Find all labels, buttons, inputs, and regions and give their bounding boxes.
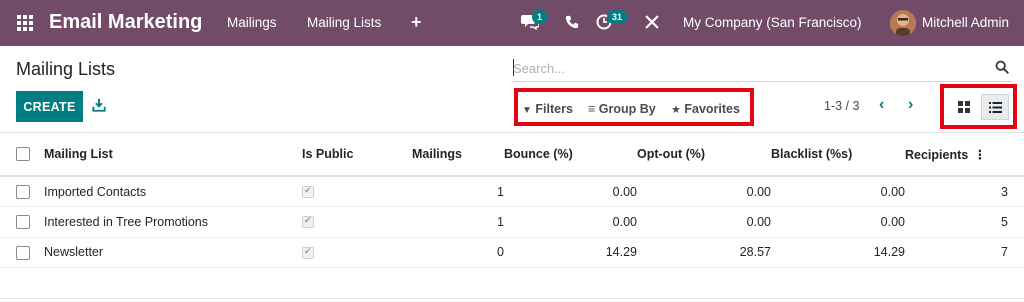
search-input[interactable] [513, 58, 983, 78]
pager-value[interactable]: 1-3 / 3 [824, 99, 859, 113]
mailings-count: 1 [412, 206, 504, 238]
is-public-checkbox [302, 185, 314, 199]
row-checkbox[interactable] [16, 215, 30, 230]
filter-funnel-icon: ▼ [522, 105, 532, 116]
optout-value: 0.00 [637, 206, 771, 238]
favorites-label: Favorites [684, 102, 740, 116]
user-avatar[interactable] [890, 10, 916, 36]
optout-value: 28.57 [637, 237, 771, 268]
user-menu[interactable]: Mitchell Admin [922, 15, 1009, 30]
view-switcher-highlight [940, 84, 1017, 129]
optional-columns-icon[interactable]: ⋮ [974, 148, 987, 162]
recipients-count: 3 [905, 176, 1024, 207]
mailing-lists-table: Mailing List Is Public Mailings Bounce (… [0, 133, 1024, 268]
menu-mailings[interactable]: Mailings [227, 15, 277, 30]
page-title: Mailing Lists [16, 59, 116, 79]
apps-menu-icon[interactable] [17, 15, 33, 31]
bounce-value: 14.29 [504, 237, 637, 268]
recipients-count: 7 [905, 237, 1024, 268]
company-switcher[interactable]: My Company (San Francisco) [683, 15, 862, 30]
blacklist-value: 14.29 [771, 237, 905, 268]
is-public-checkbox [302, 246, 314, 259]
search-bar [513, 56, 1013, 82]
download-icon[interactable] [92, 98, 106, 112]
row-checkbox[interactable] [16, 184, 30, 199]
add-menu-icon[interactable]: + [411, 12, 422, 33]
group-by-bars-icon: ≡ [588, 102, 596, 116]
mailing-list-name[interactable]: Imported Contacts [36, 176, 302, 207]
column-recipients[interactable]: Recipients [905, 148, 968, 162]
kanban-grid-icon [958, 101, 970, 113]
blacklist-value: 0.00 [771, 206, 905, 238]
list-icon [988, 101, 1002, 113]
search-icon[interactable] [995, 60, 1009, 74]
is-public-checkbox [302, 215, 314, 229]
top-navbar: Email Marketing Mailings Mailing Lists +… [0, 0, 1024, 46]
select-all-checkbox[interactable] [16, 147, 30, 162]
group-by-label: Group By [598, 102, 656, 116]
list-view-button[interactable] [981, 94, 1009, 120]
activities-badge: 31 [607, 10, 628, 24]
optout-value: 0.00 [637, 176, 771, 207]
star-icon: ★ [671, 104, 681, 116]
mailing-list-name[interactable]: Interested in Tree Promotions [36, 206, 302, 238]
app-title[interactable]: Email Marketing [49, 11, 202, 34]
column-mailing-list[interactable]: Mailing List [36, 133, 302, 177]
bounce-value: 0.00 [504, 176, 637, 207]
column-bounce[interactable]: Bounce (%) [504, 133, 637, 177]
mailing-list-name[interactable]: Newsletter [36, 237, 302, 268]
mailings-count: 1 [412, 176, 504, 207]
phone-icon[interactable] [565, 12, 585, 32]
mailings-count: 0 [412, 237, 504, 268]
list-footer-divider [0, 298, 1024, 299]
column-optout[interactable]: Opt-out (%) [637, 133, 771, 177]
debug-tools-icon[interactable] [645, 12, 665, 32]
filters-label: Filters [535, 102, 573, 116]
table-row[interactable]: Interested in Tree Promotions 1 0.00 0.0… [0, 206, 1024, 238]
messages-badge: 1 [532, 10, 548, 24]
recipients-count: 5 [905, 206, 1024, 238]
filters-toggle[interactable]: ▼ Filters [522, 102, 573, 116]
group-by-toggle[interactable]: ≡ Group By [588, 102, 656, 116]
table-row[interactable]: Imported Contacts 1 0.00 0.00 0.00 3 [0, 176, 1024, 207]
favorites-toggle[interactable]: ★ Favorites [671, 102, 740, 116]
pager-previous-icon[interactable]: ‹ [879, 96, 884, 114]
column-mailings[interactable]: Mailings [412, 133, 504, 177]
menu-mailing-lists[interactable]: Mailing Lists [307, 15, 381, 30]
column-blacklist[interactable]: Blacklist (%s) [771, 133, 905, 177]
kanban-view-button[interactable] [950, 94, 978, 120]
row-checkbox[interactable] [16, 245, 30, 260]
search-options-highlight: ▼ Filters ≡ Group By ★ Favorites [514, 88, 754, 126]
blacklist-value: 0.00 [771, 176, 905, 207]
bounce-value: 0.00 [504, 206, 637, 238]
table-header-row: Mailing List Is Public Mailings Bounce (… [0, 133, 1024, 177]
column-is-public[interactable]: Is Public [302, 133, 412, 177]
table-row[interactable]: Newsletter 0 14.29 28.57 14.29 7 [0, 237, 1024, 268]
create-button[interactable]: CREATE [16, 91, 83, 122]
pager-next-icon[interactable]: › [908, 96, 913, 114]
